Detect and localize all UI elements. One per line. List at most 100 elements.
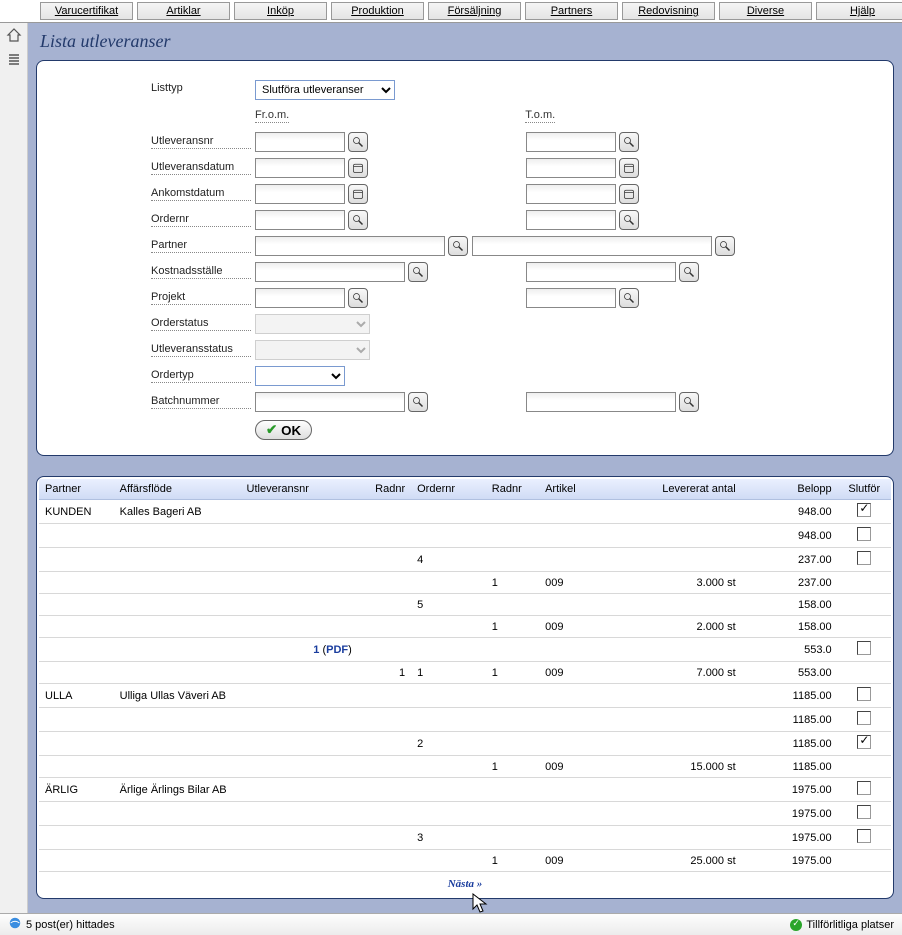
slutfor-checkbox[interactable] — [857, 503, 871, 517]
pager-next[interactable]: Nästa » — [448, 878, 483, 890]
ok-button[interactable]: ✔OK — [255, 420, 312, 440]
batchnummer-from-input — [255, 392, 405, 412]
batchnummer-from-lookup[interactable] — [408, 392, 428, 412]
table-row: 100925.000 st1975.00 — [39, 850, 891, 872]
slutfor-checkbox[interactable] — [857, 551, 871, 565]
partner-to-input[interactable] — [472, 236, 712, 256]
slutfor-checkbox[interactable] — [857, 711, 871, 725]
utleveransdatum-to-calendar[interactable] — [619, 158, 639, 178]
table-row: 1110097.000 st553.00 — [39, 662, 891, 684]
utleveransnr-from-input[interactable] — [255, 132, 345, 152]
nav-redovisning[interactable]: Redovisning — [622, 2, 715, 20]
table-row: 1 (PDF)553.0 — [39, 638, 891, 662]
utleveransdatum-to-input[interactable] — [526, 158, 616, 178]
col-affarsflode[interactable]: Affärsflöde — [114, 479, 241, 500]
col-radnr1[interactable]: Radnr — [358, 479, 411, 500]
nav-produktion[interactable]: Produktion — [331, 2, 424, 20]
slutfor-checkbox[interactable] — [857, 781, 871, 795]
top-nav: Varucertifikat Artiklar Inköp Produktion… — [0, 0, 902, 23]
partner-to-lookup[interactable] — [715, 236, 735, 256]
utleveransnr-label: Utleveransnr — [151, 135, 251, 149]
nav-diverse[interactable]: Diverse — [719, 2, 812, 20]
col-ordernr[interactable]: Ordernr — [411, 479, 486, 500]
trust-icon — [790, 919, 802, 931]
listtyp-select[interactable]: Slutföra utleveranser — [255, 80, 395, 100]
utleveransdatum-from-input[interactable] — [255, 158, 345, 178]
trust-text: Tillförlitliga platser — [806, 919, 894, 931]
batchnummer-to-input — [526, 392, 676, 412]
results-panel: Partner Affärsflöde Utleveransnr Radnr O… — [36, 476, 894, 899]
partner-from-input[interactable] — [255, 236, 445, 256]
ordertyp-select[interactable] — [255, 366, 345, 386]
table-row: 1185.00 — [39, 708, 891, 732]
projekt-from-lookup[interactable] — [348, 288, 368, 308]
slutfor-checkbox[interactable] — [857, 805, 871, 819]
table-row: 5158.00 — [39, 594, 891, 616]
home-icon[interactable] — [6, 27, 22, 46]
utleveransnr-link[interactable]: 1 — [313, 644, 319, 656]
col-slutfor[interactable]: Slutför — [838, 479, 891, 500]
col-partner[interactable]: Partner — [39, 479, 114, 500]
ankomstdatum-to-calendar[interactable] — [619, 184, 639, 204]
nav-varucertifikat[interactable]: Varucertifikat — [40, 2, 133, 20]
table-row: 31975.00 — [39, 826, 891, 850]
projekt-label: Projekt — [151, 291, 251, 305]
partner-label: Partner — [151, 239, 251, 253]
ordernr-to-input[interactable] — [526, 210, 616, 230]
kostnadsstalle-from-input[interactable] — [255, 262, 405, 282]
status-bar: 5 post(er) hittades Tillförlitliga plats… — [0, 913, 902, 935]
kostnadsstalle-to-input[interactable] — [526, 262, 676, 282]
page-title: Lista utleveranser — [36, 27, 894, 60]
projekt-to-lookup[interactable] — [619, 288, 639, 308]
table-row: 948.00 — [39, 524, 891, 548]
table-row: 10092.000 st158.00 — [39, 616, 891, 638]
table-row: 4237.00 — [39, 548, 891, 572]
projekt-to-input[interactable] — [526, 288, 616, 308]
batchnummer-to-lookup[interactable] — [679, 392, 699, 412]
ie-icon — [8, 916, 22, 933]
ankomstdatum-from-calendar[interactable] — [348, 184, 368, 204]
kostnadsstalle-from-lookup[interactable] — [408, 262, 428, 282]
ankomstdatum-to-input[interactable] — [526, 184, 616, 204]
ordernr-from-lookup[interactable] — [348, 210, 368, 230]
nav-partners[interactable]: Partners — [525, 2, 618, 20]
utleveransdatum-from-calendar[interactable] — [348, 158, 368, 178]
pager: Nästa » — [39, 872, 891, 896]
table-row: KUNDENKalles Bageri AB948.00 — [39, 500, 891, 524]
status-text: 5 post(er) hittades — [26, 919, 115, 931]
col-artikel[interactable]: Artikel — [539, 479, 603, 500]
to-header: T.o.m. — [525, 109, 555, 123]
ankomstdatum-from-input[interactable] — [255, 184, 345, 204]
slutfor-checkbox[interactable] — [857, 829, 871, 843]
table-row: 1975.00 — [39, 802, 891, 826]
utleveransnr-from-lookup[interactable] — [348, 132, 368, 152]
col-levererat[interactable]: Levererat antal — [603, 479, 742, 500]
projekt-from-input[interactable] — [255, 288, 345, 308]
partner-from-lookup[interactable] — [448, 236, 468, 256]
kostnadsstalle-label: Kostnadsställe — [151, 265, 251, 279]
table-row: 21185.00 — [39, 732, 891, 756]
kostnadsstalle-to-lookup[interactable] — [679, 262, 699, 282]
list-icon[interactable] — [6, 52, 22, 71]
nav-artiklar[interactable]: Artiklar — [137, 2, 230, 20]
slutfor-checkbox[interactable] — [857, 527, 871, 541]
nav-hjalp[interactable]: Hjälp — [816, 2, 902, 20]
slutfor-checkbox[interactable] — [857, 641, 871, 655]
slutfor-checkbox[interactable] — [857, 687, 871, 701]
utleveransnr-to-input[interactable] — [526, 132, 616, 152]
col-radnr2[interactable]: Radnr — [486, 479, 539, 500]
pdf-link[interactable]: PDF — [326, 644, 348, 656]
table-row: 100915.000 st1185.00 — [39, 756, 891, 778]
ordernr-from-input[interactable] — [255, 210, 345, 230]
nav-forsaljning[interactable]: Försäljning — [428, 2, 521, 20]
orderstatus-label: Orderstatus — [151, 317, 251, 331]
ankomstdatum-label: Ankomstdatum — [151, 187, 251, 201]
nav-inkop[interactable]: Inköp — [234, 2, 327, 20]
slutfor-checkbox[interactable] — [857, 735, 871, 749]
col-belopp[interactable]: Belopp — [742, 479, 838, 500]
col-utleveransnr[interactable]: Utleveransnr — [241, 479, 358, 500]
utleveransnr-to-lookup[interactable] — [619, 132, 639, 152]
ordernr-to-lookup[interactable] — [619, 210, 639, 230]
orderstatus-select — [255, 314, 370, 334]
utleveransdatum-label: Utleveransdatum — [151, 161, 251, 175]
